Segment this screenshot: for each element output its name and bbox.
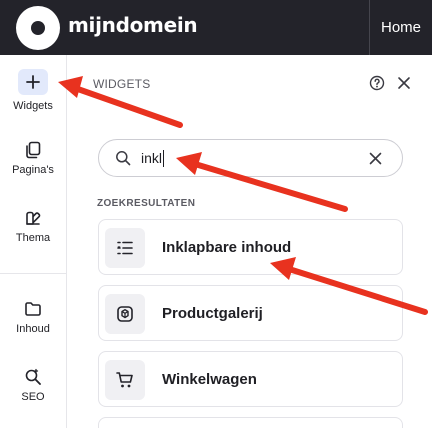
sidebar-item-widgets[interactable]: Widgets xyxy=(0,69,66,112)
result-item-productgalerij[interactable]: Productgalerij xyxy=(98,285,403,341)
sidebar-item-label: Widgets xyxy=(13,100,53,112)
folder-icon xyxy=(25,302,41,316)
sidebar-item-paginas[interactable]: Pagina's xyxy=(0,141,66,176)
result-item-winkelwagen[interactable]: Winkelwagen xyxy=(98,351,403,407)
search-icon xyxy=(116,151,131,166)
result-item-partial[interactable] xyxy=(98,417,403,428)
close-icon[interactable] xyxy=(397,76,411,90)
brand-name[interactable]: mijndomein xyxy=(68,13,198,37)
collapsible-list-icon xyxy=(105,228,145,268)
brand-logo[interactable] xyxy=(16,6,60,50)
panel-title: WIDGETS xyxy=(93,77,151,91)
home-link[interactable]: Home xyxy=(381,19,421,36)
sidebar-item-seo[interactable]: SEO xyxy=(0,368,66,403)
result-item-inklapbare-inhoud[interactable]: Inklapbare inhoud xyxy=(98,219,403,275)
sidebar-divider xyxy=(0,273,66,274)
shopping-cart-icon xyxy=(105,360,145,400)
top-bar-divider xyxy=(369,0,370,55)
sidebar-item-label: SEO xyxy=(21,391,45,403)
search-input[interactable] xyxy=(141,149,361,167)
sidebar-item-label: Thema xyxy=(15,232,51,244)
theme-icon xyxy=(26,211,41,225)
result-item-label: Inklapbare inhoud xyxy=(162,239,292,256)
pages-icon xyxy=(26,141,41,159)
result-item-label: Winkelwagen xyxy=(162,371,257,388)
plus-icon xyxy=(18,69,48,95)
sidebar-item-inhoud[interactable]: Inhoud xyxy=(0,300,66,335)
help-icon[interactable] xyxy=(369,75,385,91)
widget-search[interactable] xyxy=(98,139,403,177)
sidebar-rail: Widgets Pagina's Thema Inhoud SEO xyxy=(0,55,67,428)
seo-search-icon xyxy=(25,368,41,385)
top-bar: mijndomein Home xyxy=(0,0,432,55)
text-caret xyxy=(163,150,164,167)
product-gallery-icon xyxy=(105,294,145,334)
sidebar-item-thema[interactable]: Thema xyxy=(0,209,66,244)
sidebar-item-label: Inhoud xyxy=(16,323,50,335)
results-heading: ZOEKRESULTATEN xyxy=(97,198,196,209)
clear-search-icon[interactable] xyxy=(369,152,382,165)
widgets-panel-header: WIDGETS xyxy=(67,55,432,115)
sidebar-item-label: Pagina's xyxy=(12,164,54,176)
result-item-label: Productgalerij xyxy=(162,305,263,322)
